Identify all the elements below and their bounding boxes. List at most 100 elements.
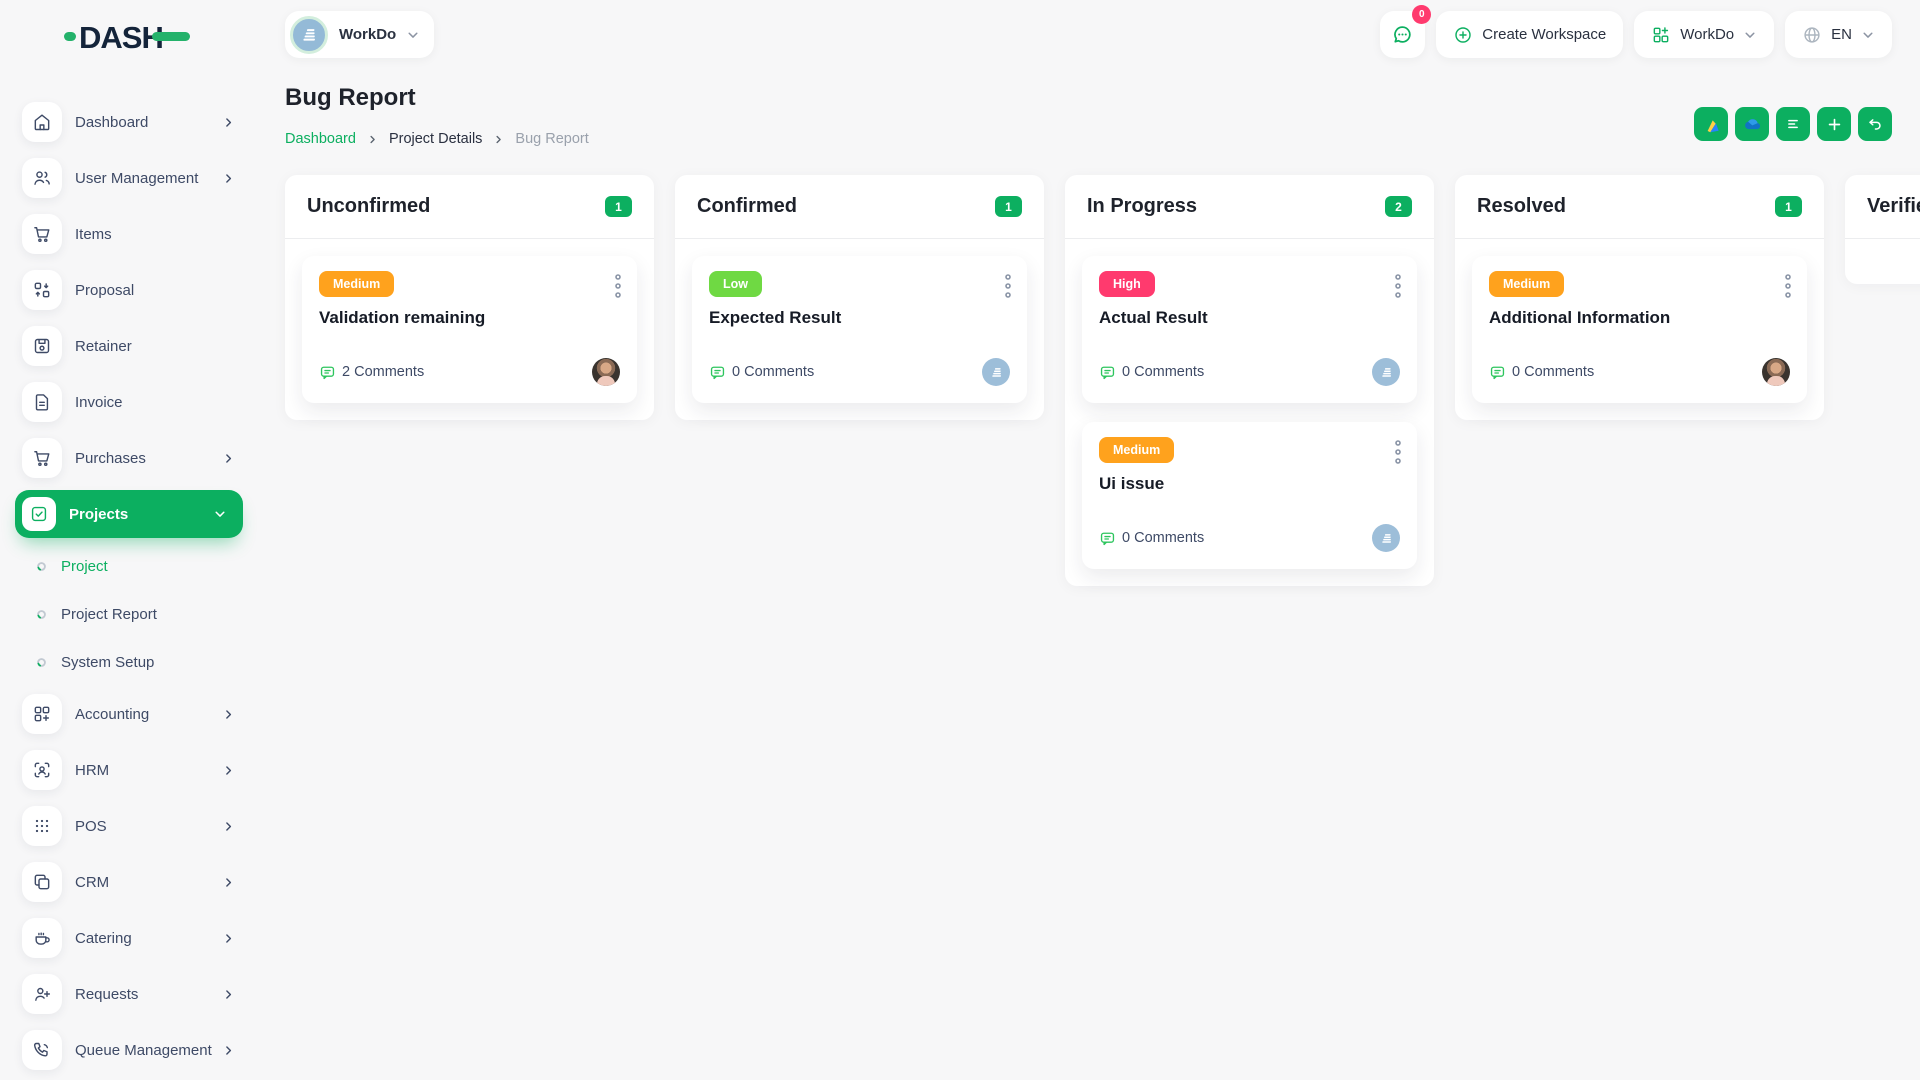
column-header: Resolved 1 bbox=[1455, 175, 1824, 239]
sidebar-subitem-project[interactable]: Project bbox=[0, 542, 255, 590]
kanban-card[interactable]: MediumUi issue0 Comments bbox=[1082, 422, 1417, 569]
sidebar-item-label: Proposal bbox=[75, 282, 235, 299]
card-footer: 0 Comments bbox=[1099, 524, 1400, 552]
comment-icon bbox=[709, 364, 726, 381]
phone-icon bbox=[22, 1030, 62, 1070]
sidebar-item-proposal[interactable]: Proposal bbox=[0, 262, 255, 318]
kanban-card[interactable]: HighActual Result0 Comments bbox=[1082, 256, 1417, 403]
chevron-down-icon bbox=[406, 28, 420, 42]
dash-logo[interactable]: DASH bbox=[64, 16, 194, 58]
home-icon bbox=[22, 102, 62, 142]
card-footer: 0 Comments bbox=[709, 358, 1010, 386]
card-menu-button[interactable] bbox=[1394, 273, 1402, 299]
sub-bullet-icon bbox=[36, 657, 47, 668]
sidebar-item-hrm[interactable]: HRM bbox=[0, 742, 255, 798]
card-menu-button[interactable] bbox=[614, 273, 622, 299]
sidebar-item-label: HRM bbox=[75, 762, 222, 779]
page-title: Bug Report bbox=[285, 84, 416, 112]
sidebar-item-purchases[interactable]: Purchases bbox=[0, 430, 255, 486]
messages-button[interactable]: 0 bbox=[1380, 11, 1425, 58]
column-count-badge: 2 bbox=[1385, 196, 1412, 217]
sidebar-item-crm[interactable]: CRM bbox=[0, 854, 255, 910]
breadcrumb: Dashboard Project Details Bug Report bbox=[285, 131, 589, 147]
sidebar-item-label: Invoice bbox=[75, 394, 235, 411]
workspace-menu-button[interactable]: WorkDo bbox=[1634, 11, 1774, 58]
sidebar-item-label: Projects bbox=[69, 506, 213, 523]
card-comments-label: 2 Comments bbox=[342, 364, 424, 380]
plus-circle-icon bbox=[1453, 25, 1473, 45]
create-workspace-button[interactable]: Create Workspace bbox=[1436, 11, 1623, 58]
list-button[interactable] bbox=[1776, 107, 1810, 141]
kanban-card[interactable]: MediumValidation remaining2 Comments bbox=[302, 256, 637, 403]
breadcrumb-item: Bug Report bbox=[515, 131, 588, 147]
workspace-avatar bbox=[1372, 358, 1400, 386]
kanban-board: Unconfirmed1MediumValidation remaining2 … bbox=[285, 175, 1920, 586]
member-avatar bbox=[592, 358, 620, 386]
user-plus-icon bbox=[22, 974, 62, 1014]
language-menu-button[interactable]: EN bbox=[1785, 11, 1892, 58]
sidebar-item-projects[interactable]: Projects bbox=[0, 486, 255, 542]
card-title: Ui issue bbox=[1099, 474, 1400, 494]
coffee-icon bbox=[22, 918, 62, 958]
column-header: In Progress 2 bbox=[1065, 175, 1434, 239]
sidebar-item-dashboard[interactable]: Dashboard bbox=[0, 94, 255, 150]
kanban-column-unconfirmed: Unconfirmed1MediumValidation remaining2 … bbox=[285, 175, 654, 420]
user-focus-icon bbox=[22, 750, 62, 790]
card-title: Validation remaining bbox=[319, 308, 620, 328]
sidebar-item-user-management[interactable]: User Management bbox=[0, 150, 255, 206]
card-footer: 2 Comments bbox=[319, 358, 620, 386]
sidebar-item-accounting[interactable]: Accounting bbox=[0, 686, 255, 742]
card-title: Additional Information bbox=[1489, 308, 1790, 328]
sidebar-item-pos[interactable]: POS bbox=[0, 798, 255, 854]
sidebar-item-label: POS bbox=[75, 818, 222, 835]
column-body: MediumValidation remaining2 Comments bbox=[285, 239, 654, 420]
column-header: Confirmed1 bbox=[675, 175, 1044, 239]
priority-badge: Low bbox=[709, 271, 762, 297]
card-comments[interactable]: 2 Comments bbox=[319, 364, 424, 381]
chevron-right-icon bbox=[222, 876, 235, 889]
card-comments[interactable]: 0 Comments bbox=[709, 364, 814, 381]
card-menu-button[interactable] bbox=[1394, 439, 1402, 465]
column-count-badge: 1 bbox=[1775, 196, 1802, 217]
chevron-down-icon bbox=[213, 507, 227, 521]
comment-icon bbox=[319, 364, 336, 381]
sidebar-item-items[interactable]: Items bbox=[0, 206, 255, 262]
sub-bullet-icon bbox=[36, 609, 47, 620]
sidebar-item-requests[interactable]: Requests bbox=[0, 966, 255, 1022]
workspace-menu-label: WorkDo bbox=[1680, 26, 1734, 43]
card-comments[interactable]: 0 Comments bbox=[1489, 364, 1594, 381]
sidebar-item-queue-management[interactable]: Queue Management bbox=[0, 1022, 255, 1078]
column-header: Verified bbox=[1845, 175, 1920, 239]
sidebar-item-retainer[interactable]: Retainer bbox=[0, 318, 255, 374]
column-title: Resolved bbox=[1477, 195, 1566, 218]
chevron-right-icon bbox=[222, 116, 235, 129]
sidebar-subitem-project-report[interactable]: Project Report bbox=[0, 590, 255, 638]
sidebar-item-catering[interactable]: Catering bbox=[0, 910, 255, 966]
comment-icon bbox=[1099, 530, 1116, 547]
workspace-selector[interactable]: WorkDo bbox=[285, 11, 434, 58]
cart-icon bbox=[22, 214, 62, 254]
onedrive-button[interactable] bbox=[1735, 107, 1769, 141]
board-toolbar bbox=[1694, 107, 1892, 141]
card-menu-button[interactable] bbox=[1004, 273, 1012, 299]
undo-arrow-button[interactable] bbox=[1858, 107, 1892, 141]
column-body bbox=[1845, 239, 1920, 284]
sidebar-subitem-system-setup[interactable]: System Setup bbox=[0, 638, 255, 686]
card-comments[interactable]: 0 Comments bbox=[1099, 364, 1204, 381]
list-icon bbox=[1784, 115, 1802, 133]
column-title: In Progress bbox=[1087, 195, 1197, 218]
google-drive-button[interactable] bbox=[1694, 107, 1728, 141]
card-comments[interactable]: 0 Comments bbox=[1099, 530, 1204, 547]
kanban-card[interactable]: MediumAdditional Information0 Comments bbox=[1472, 256, 1807, 403]
plus-button[interactable] bbox=[1817, 107, 1851, 141]
sidebar-item-invoice[interactable]: Invoice bbox=[0, 374, 255, 430]
sidebar-item-label: Requests bbox=[75, 986, 222, 1003]
kanban-card[interactable]: LowExpected Result0 Comments bbox=[692, 256, 1027, 403]
breadcrumb-item[interactable]: Project Details bbox=[389, 131, 482, 147]
globe-icon bbox=[1802, 25, 1822, 45]
breadcrumb-item[interactable]: Dashboard bbox=[285, 131, 356, 147]
undo-arrow-icon bbox=[1866, 115, 1884, 133]
plus-icon bbox=[1826, 116, 1843, 133]
card-menu-button[interactable] bbox=[1784, 273, 1792, 299]
check-square-icon bbox=[22, 497, 56, 531]
